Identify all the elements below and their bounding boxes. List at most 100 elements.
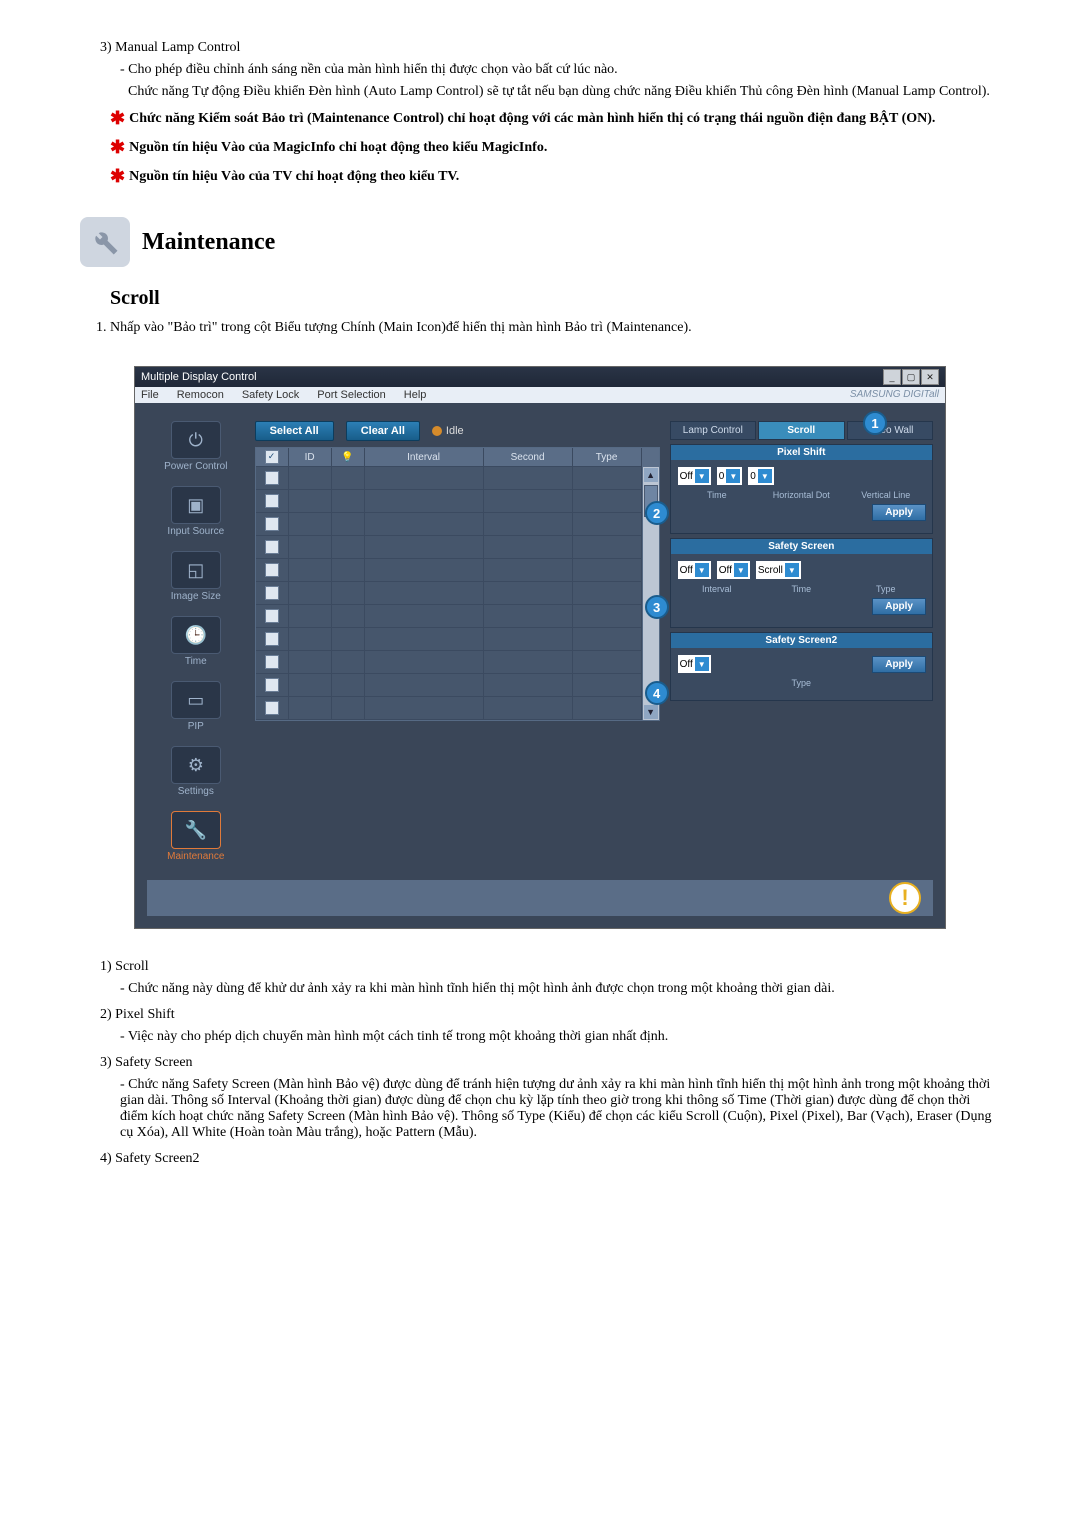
safety-interval-select[interactable]: Off▼ [716, 560, 751, 580]
table-row[interactable] [256, 467, 642, 490]
sidebar-item-pip[interactable]: ▭PIP [171, 681, 221, 732]
chevron-down-icon: ▼ [785, 563, 799, 577]
info-icon: ! [889, 882, 921, 914]
item-num: 2) [100, 1007, 112, 1022]
intro-list: Nhấp vào "Bảo trì" trong cột Biểu tượng … [80, 320, 1000, 336]
marker-4: 4 [645, 681, 669, 705]
table-row[interactable] [256, 674, 642, 697]
maximize-button[interactable]: ▢ [902, 369, 920, 385]
table-row[interactable] [256, 513, 642, 536]
row-checkbox[interactable] [265, 494, 279, 508]
row-checkbox[interactable] [265, 586, 279, 600]
pixel-shift-off-select[interactable]: Off▼ [677, 466, 712, 486]
menu-safety-lock[interactable]: Safety Lock [242, 389, 299, 401]
menubar: File Remocon Safety Lock Port Selection … [135, 387, 945, 403]
chevron-down-icon: ▼ [695, 657, 709, 671]
item-num: 4) [100, 1151, 112, 1166]
star-note: ✱Nguồn tín hiệu Vào của MagicInfo chỉ ho… [110, 137, 1000, 158]
scroll-up-icon[interactable]: ▲ [644, 468, 658, 482]
top-list: 3) Manual Lamp Control - Cho phép điều c… [80, 40, 1000, 100]
table-row[interactable] [256, 536, 642, 559]
safety-type-select[interactable]: Scroll▼ [755, 560, 802, 580]
panel-title: Safety Screen2 [671, 633, 932, 648]
menu-port-selection[interactable]: Port Selection [317, 389, 385, 401]
maintenance-section-icon [80, 217, 130, 267]
row-checkbox[interactable] [265, 655, 279, 669]
safety-screen-panel: Safety Screen Off▼ Off▼ Scroll▼ Interval… [670, 538, 933, 628]
row-checkbox[interactable] [265, 701, 279, 715]
star-note: ✱Chức năng Kiểm soát Bảo trì (Maintenanc… [110, 108, 1000, 129]
menu-help[interactable]: Help [404, 389, 427, 401]
row-checkbox[interactable] [265, 471, 279, 485]
row-checkbox[interactable] [265, 563, 279, 577]
star-icon: ✱ [110, 108, 125, 129]
settings-icon: ⚙ [171, 746, 221, 784]
menu-remocon[interactable]: Remocon [177, 389, 224, 401]
titlebar: Multiple Display Control _ ▢ ✕ [135, 367, 945, 387]
row-checkbox[interactable] [265, 632, 279, 646]
select-all-button[interactable]: Select All [255, 421, 334, 441]
star-icon: ✱ [110, 166, 125, 187]
table-row[interactable] [256, 490, 642, 513]
item-line: - Việc này cho phép dịch chuyển màn hình… [120, 1029, 1000, 1045]
pixel-shift-hdot-select[interactable]: 0▼ [716, 466, 744, 486]
table-row[interactable] [256, 582, 642, 605]
item-title: Pixel Shift [115, 1007, 175, 1022]
col-type: Type [573, 448, 642, 467]
safety2-apply-button[interactable]: Apply [872, 656, 926, 673]
pixel-shift-vline-select[interactable]: 0▼ [747, 466, 775, 486]
table-row[interactable] [256, 628, 642, 651]
time-icon: 🕒 [171, 616, 221, 654]
item-title: Safety Screen2 [115, 1151, 199, 1166]
clear-all-button[interactable]: Clear All [346, 421, 420, 441]
sidebar-item-image-size[interactable]: ◱Image Size [171, 551, 221, 602]
minimize-button[interactable]: _ [883, 369, 901, 385]
item-title: Manual Lamp Control [115, 40, 240, 55]
sidebar-item-maintenance[interactable]: 🔧Maintenance [167, 811, 224, 862]
star-note: ✱Nguồn tín hiệu Vào của TV chỉ hoạt động… [110, 166, 1000, 187]
pixel-shift-apply-button[interactable]: Apply [872, 504, 926, 521]
marker-1: 1 [863, 411, 887, 435]
pixel-shift-panel: Pixel Shift Off▼ 0▼ 0▼ Time Horizontal D… [670, 444, 933, 534]
chevron-down-icon: ▼ [734, 563, 748, 577]
tab-scroll[interactable]: Scroll [758, 421, 844, 440]
safety-screen2-panel: Safety Screen2 Off▼ Apply Type 4 [670, 632, 933, 701]
table-row[interactable] [256, 559, 642, 582]
col-second: Second [484, 448, 573, 467]
sidebar-item-settings[interactable]: ⚙Settings [171, 746, 221, 797]
menu-file[interactable]: File [141, 389, 159, 401]
safety-off-select[interactable]: Off▼ [677, 560, 712, 580]
table-row[interactable] [256, 651, 642, 674]
star-icon: ✱ [110, 137, 125, 158]
col-interval: Interval [365, 448, 484, 467]
row-checkbox[interactable] [265, 540, 279, 554]
marker-3: 3 [645, 595, 669, 619]
image-size-icon: ◱ [171, 551, 221, 589]
maintenance-icon: 🔧 [171, 811, 221, 849]
row-checkbox[interactable] [265, 678, 279, 692]
item-num: 1) [100, 959, 112, 974]
idle-indicator: Idle [432, 425, 464, 437]
header-checkbox[interactable] [265, 450, 279, 464]
chevron-down-icon: ▼ [695, 469, 709, 483]
table-row[interactable] [256, 605, 642, 628]
safety-apply-button[interactable]: Apply [872, 598, 926, 615]
intro-item: Nhấp vào "Bảo trì" trong cột Biểu tượng … [110, 320, 1000, 336]
row-checkbox[interactable] [265, 517, 279, 531]
safety2-off-select[interactable]: Off▼ [677, 654, 712, 674]
table-row[interactable] [256, 697, 642, 720]
sidebar-item-input-source[interactable]: ▣Input Source [167, 486, 224, 537]
close-button[interactable]: ✕ [921, 369, 939, 385]
tab-lamp-control[interactable]: Lamp Control [670, 421, 756, 440]
tab-video-wall[interactable]: Video Wall [847, 421, 933, 440]
row-checkbox[interactable] [265, 609, 279, 623]
item-line: Chức năng Tự động Điều khiển Đèn hình (A… [128, 84, 1000, 100]
item-num: 3) [100, 40, 112, 55]
sidebar-item-time[interactable]: 🕒Time [171, 616, 221, 667]
scroll-down-icon[interactable]: ▼ [644, 705, 658, 719]
panel-title: Safety Screen [671, 539, 932, 554]
sidebar-item-power-control[interactable]: ⏻Power Control [164, 421, 227, 472]
col-id: ID [289, 448, 332, 467]
marker-2: 2 [645, 501, 669, 525]
display-grid: ID 💡 Interval Second Type [255, 447, 660, 721]
